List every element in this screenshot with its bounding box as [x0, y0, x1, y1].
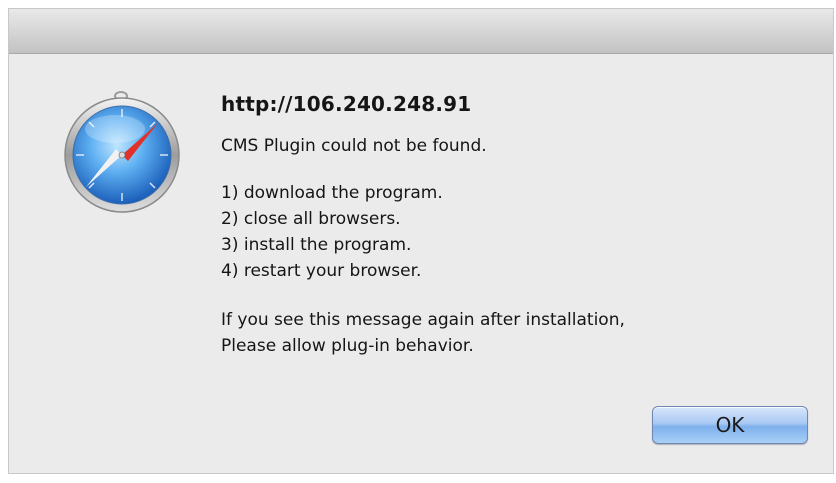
safari-compass-icon	[59, 85, 189, 215]
note-line: If you see this message again after inst…	[221, 310, 625, 330]
dialog-content: http://106.240.248.91 CMS Plugin could n…	[221, 93, 781, 359]
note-line: Please allow plug-in behavior.	[221, 336, 474, 356]
ok-button[interactable]: OK	[652, 406, 808, 444]
dialog-titlebar[interactable]	[9, 9, 833, 54]
step-item: 1) download the program.	[221, 183, 443, 203]
dialog-title: http://106.240.248.91	[221, 92, 472, 116]
step-item: 4) restart your browser.	[221, 261, 422, 281]
steps-list: 1) download the program. 2) close all br…	[221, 180, 781, 284]
step-item: 3) install the program.	[221, 235, 412, 255]
step-item: 2) close all browsers.	[221, 209, 401, 229]
alert-dialog: http://106.240.248.91 CMS Plugin could n…	[8, 8, 834, 474]
error-message: CMS Plugin could not be found.	[221, 136, 487, 156]
